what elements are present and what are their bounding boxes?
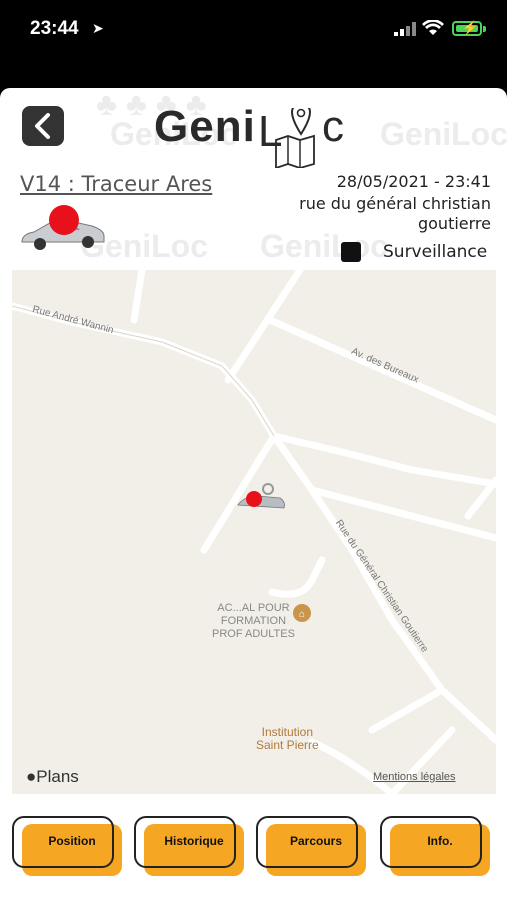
vehicle-title[interactable]: V14 : Traceur Ares xyxy=(20,172,212,196)
position-button-label: Position xyxy=(48,834,96,848)
surveillance-checkbox[interactable] xyxy=(341,242,361,262)
logo-text-right: c xyxy=(322,102,344,151)
last-update-datetime: 28/05/2021 - 23:41 xyxy=(336,172,491,191)
wifi-icon xyxy=(422,20,444,35)
info-button-label: Info. xyxy=(427,834,453,848)
charging-bolt-icon: ⚡ xyxy=(462,20,479,35)
poi-label-institution: Institution Saint Pierre xyxy=(256,725,319,752)
svg-text:⌂: ⌂ xyxy=(299,609,305,620)
maps-provider-label: ●Plans xyxy=(26,767,79,787)
chevron-left-icon xyxy=(35,113,50,139)
parcours-button[interactable]: Parcours xyxy=(256,816,366,876)
location-arrow-icon: ➤ xyxy=(92,20,104,36)
back-button[interactable] xyxy=(22,106,64,146)
historique-button-label: Historique xyxy=(164,834,224,848)
status-bar: 23:44 ➤ ⚡ xyxy=(0,0,507,88)
map-pin-logo-icon: L xyxy=(258,108,315,168)
position-button[interactable]: Position xyxy=(12,816,122,876)
parcours-button-label: Parcours xyxy=(289,834,343,848)
map-view[interactable]: ⌂ Rue André Wannin Av. des Bureaux Rue d… xyxy=(12,270,496,794)
logo-text-left: Geni xyxy=(154,102,256,151)
car-status-icon xyxy=(21,205,105,250)
info-button[interactable]: Info. xyxy=(380,816,490,876)
legal-link[interactable]: Mentions légales xyxy=(373,771,456,783)
svg-text:L: L xyxy=(258,108,282,156)
poi-label-afpa: AC...AL POUR FORMATION PROF ADULTES xyxy=(212,602,295,640)
surveillance-label: Surveillance xyxy=(383,242,488,262)
map-roads: ⌂ xyxy=(12,270,496,794)
historique-button[interactable]: Historique xyxy=(134,816,244,876)
app-logo: Geni L c xyxy=(154,102,364,172)
maps-provider-text: Plans xyxy=(36,767,79,786)
status-time: 23:44 xyxy=(30,18,79,39)
app-screen: ♣ ♣ ♣ ♣ GeniLoc GeniLoc GeniLoc GeniLoc … xyxy=(0,88,507,900)
apple-logo-icon: ● xyxy=(26,767,37,786)
cellular-signal-icon xyxy=(394,22,416,36)
vehicle-address: rue du général christian goutierre xyxy=(299,194,491,233)
watermark-logo: GeniLoc xyxy=(380,116,507,152)
